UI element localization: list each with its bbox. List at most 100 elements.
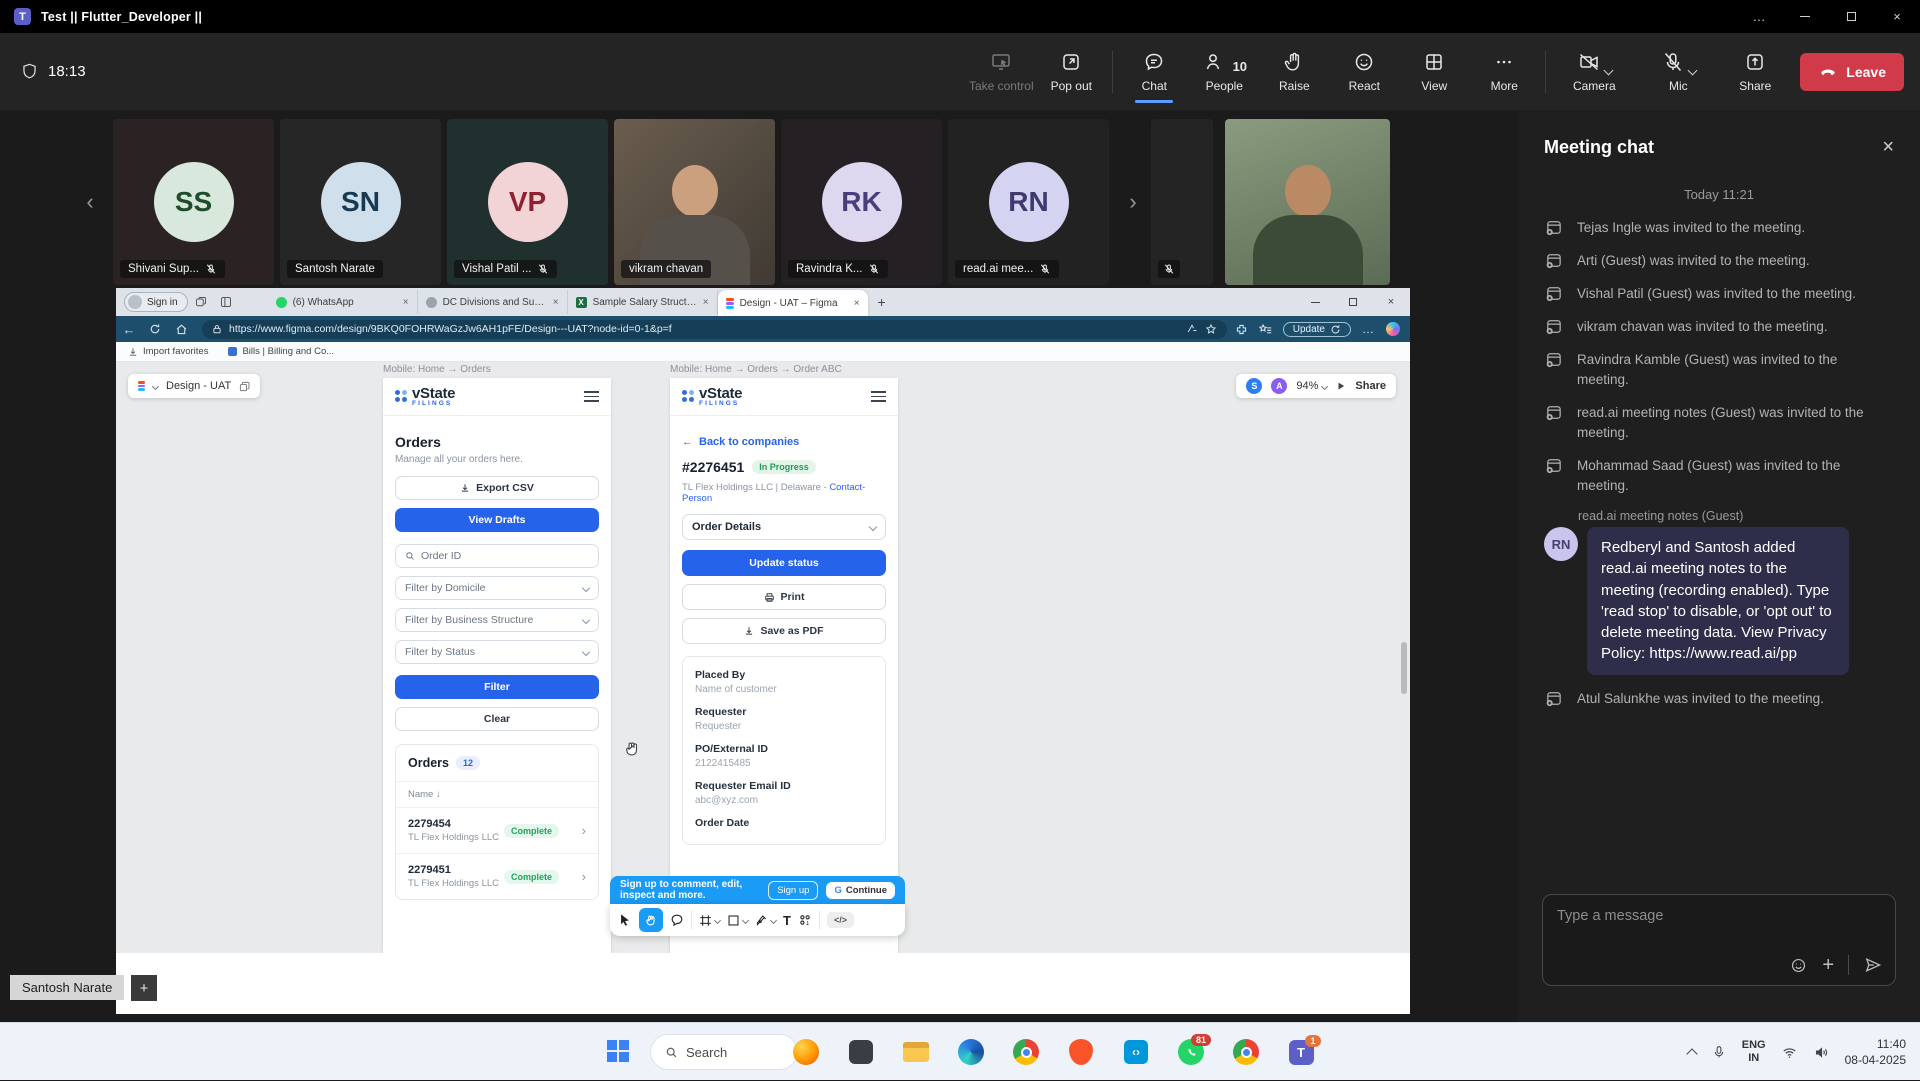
- favorite-star-icon[interactable]: [1205, 323, 1217, 335]
- scroll-right-chevron-icon[interactable]: ›: [1116, 119, 1150, 285]
- back-icon[interactable]: ←: [116, 322, 142, 337]
- row-chevron-icon[interactable]: ›: [582, 869, 586, 884]
- take-control-button[interactable]: Take control: [966, 46, 1036, 97]
- mic-options-chevron-icon[interactable]: [1687, 66, 1697, 76]
- vscode-icon[interactable]: ‹›: [1120, 1036, 1152, 1068]
- favorites-list-icon[interactable]: [1259, 323, 1272, 336]
- taskbar-clock[interactable]: 11:40 08-04-2025: [1845, 1036, 1906, 1068]
- collaborator-avatar[interactable]: A: [1271, 378, 1287, 394]
- chat-message[interactable]: RN Redberyl and Santosh added read.ai me…: [1518, 527, 1920, 675]
- text-tool-icon[interactable]: T: [783, 913, 791, 928]
- canvas-scrollbar[interactable]: [1401, 642, 1407, 694]
- tab-close-icon[interactable]: ×: [553, 297, 559, 308]
- filter-status-dropdown[interactable]: Filter by Status: [395, 640, 599, 664]
- wifi-icon[interactable]: [1781, 1044, 1798, 1061]
- frame-tool-chevron-icon[interactable]: [714, 916, 721, 923]
- order-details-dropdown[interactable]: Order Details: [682, 514, 886, 540]
- pen-tool-icon[interactable]: [755, 914, 776, 927]
- tab-close-icon[interactable]: ×: [403, 297, 409, 308]
- browser-profile-button[interactable]: Sign in: [124, 292, 188, 312]
- browser-menu-icon[interactable]: …: [1362, 322, 1375, 336]
- move-tool-icon[interactable]: [618, 913, 632, 927]
- shape-tool-chevron-icon[interactable]: [742, 916, 749, 923]
- volume-icon[interactable]: [1813, 1044, 1830, 1061]
- refresh-icon[interactable]: [142, 323, 168, 335]
- frame-tool-icon[interactable]: [699, 914, 720, 927]
- zoom-control[interactable]: 94%: [1296, 380, 1327, 392]
- column-header-name[interactable]: Name ↓: [396, 781, 598, 807]
- chat-button[interactable]: Chat: [1119, 46, 1189, 97]
- send-icon[interactable]: [1863, 955, 1883, 975]
- browser-minimize-button[interactable]: [1296, 288, 1334, 316]
- figma-doc-chip[interactable]: Design - UAT: [128, 374, 260, 398]
- browser-close-button[interactable]: ×: [1372, 288, 1410, 316]
- print-button[interactable]: Print: [682, 584, 886, 610]
- doc-menu-chevron-icon[interactable]: [152, 382, 159, 389]
- read-aloud-icon[interactable]: [1186, 323, 1198, 335]
- present-play-icon[interactable]: [1336, 381, 1346, 391]
- browser-tab-figma-active[interactable]: Design - UAT – Figma ×: [718, 290, 868, 316]
- collaborator-avatar[interactable]: S: [1246, 378, 1262, 394]
- firefox-icon[interactable]: [790, 1036, 822, 1068]
- camera-button[interactable]: Camera: [1552, 46, 1636, 97]
- copilot-icon[interactable]: [1386, 322, 1400, 336]
- filter-button[interactable]: Filter: [395, 675, 599, 699]
- language-switcher[interactable]: ENG IN: [1742, 1039, 1766, 1065]
- frame-label[interactable]: Mobile: Home → Orders: [383, 364, 491, 375]
- tab-close-icon[interactable]: ×: [854, 298, 860, 309]
- figma-canvas[interactable]: Design - UAT S A 94% Share Mobile: Home …: [116, 362, 1410, 953]
- participant-tile[interactable]: SS Shivani Sup...: [113, 119, 274, 285]
- attach-plus-icon[interactable]: +: [1822, 955, 1834, 975]
- file-explorer-icon[interactable]: [900, 1036, 932, 1068]
- react-button[interactable]: React: [1329, 46, 1399, 97]
- vertical-tabs-icon[interactable]: [214, 296, 238, 308]
- hand-tool-icon-active[interactable]: [639, 908, 663, 932]
- taskbar-search[interactable]: Search: [650, 1034, 798, 1070]
- more-button[interactable]: More: [1469, 46, 1539, 97]
- save-as-pdf-button[interactable]: Save as PDF: [682, 618, 886, 644]
- import-favorites-button[interactable]: Import favorites: [128, 346, 208, 357]
- chrome-icon[interactable]: [1010, 1036, 1042, 1068]
- row-chevron-icon[interactable]: ›: [582, 823, 586, 838]
- close-button[interactable]: ×: [1874, 0, 1920, 33]
- view-button[interactable]: View: [1399, 46, 1469, 97]
- google-continue-button[interactable]: G Continue: [826, 882, 895, 899]
- order-row[interactable]: 2279451 TL Flex Holdings LLC Complete ›: [396, 853, 598, 899]
- participant-tile-partial[interactable]: [1151, 119, 1213, 285]
- maximize-button[interactable]: [1828, 0, 1874, 33]
- browser-tab-dc-divisions[interactable]: DC Divisions and Surroundings ×: [418, 290, 568, 314]
- clear-button[interactable]: Clear: [395, 707, 599, 731]
- back-to-companies-link[interactable]: ← Back to companies: [682, 436, 886, 448]
- people-button[interactable]: 10 People: [1189, 46, 1259, 97]
- tray-mic-icon[interactable]: [1711, 1044, 1727, 1060]
- export-csv-button[interactable]: Export CSV: [395, 476, 599, 500]
- camera-options-chevron-icon[interactable]: [1603, 66, 1613, 76]
- hamburger-menu-icon[interactable]: [871, 391, 886, 402]
- filter-domicile-dropdown[interactable]: Filter by Domicile: [395, 576, 599, 600]
- browser-maximize-button[interactable]: [1334, 288, 1372, 316]
- mic-button[interactable]: Mic: [1636, 46, 1720, 97]
- teams-icon[interactable]: T 1: [1285, 1036, 1317, 1068]
- home-icon[interactable]: [168, 323, 194, 336]
- frame-label[interactable]: Mobile: Home → Orders → Order ABC: [670, 364, 842, 375]
- order-detail-mobile-frame[interactable]: vStateFILINGS ← Back to companies #22764…: [670, 378, 898, 953]
- chrome-profile-icon[interactable]: [1230, 1036, 1262, 1068]
- raise-hand-button[interactable]: Raise: [1259, 46, 1329, 97]
- tray-expand-chevron-icon[interactable]: [1686, 1048, 1697, 1059]
- participant-tile-video[interactable]: [1225, 119, 1390, 285]
- filter-business-structure-dropdown[interactable]: Filter by Business Structure: [395, 608, 599, 632]
- shape-tool-icon[interactable]: [727, 914, 748, 927]
- tab-close-icon[interactable]: ×: [703, 297, 709, 308]
- participant-tile[interactable]: RN read.ai mee...: [948, 119, 1109, 285]
- url-field[interactable]: https://www.figma.com/design/9BKQ0FOHRWa…: [202, 320, 1227, 339]
- browser-tab-excel[interactable]: X Sample Salary Structure with calc ×: [568, 290, 718, 314]
- participant-tile[interactable]: VP Vishal Patil ...: [447, 119, 608, 285]
- app-icon-dark[interactable]: [845, 1036, 877, 1068]
- scroll-left-chevron-icon[interactable]: ‹: [75, 119, 105, 285]
- pen-tool-chevron-icon[interactable]: [770, 916, 777, 923]
- participant-tile[interactable]: SN Santosh Narate: [280, 119, 441, 285]
- minimize-button[interactable]: [1782, 0, 1828, 33]
- hamburger-menu-icon[interactable]: [584, 391, 599, 402]
- comment-tool-icon[interactable]: [670, 913, 684, 927]
- browser-update-button[interactable]: Update: [1283, 322, 1351, 337]
